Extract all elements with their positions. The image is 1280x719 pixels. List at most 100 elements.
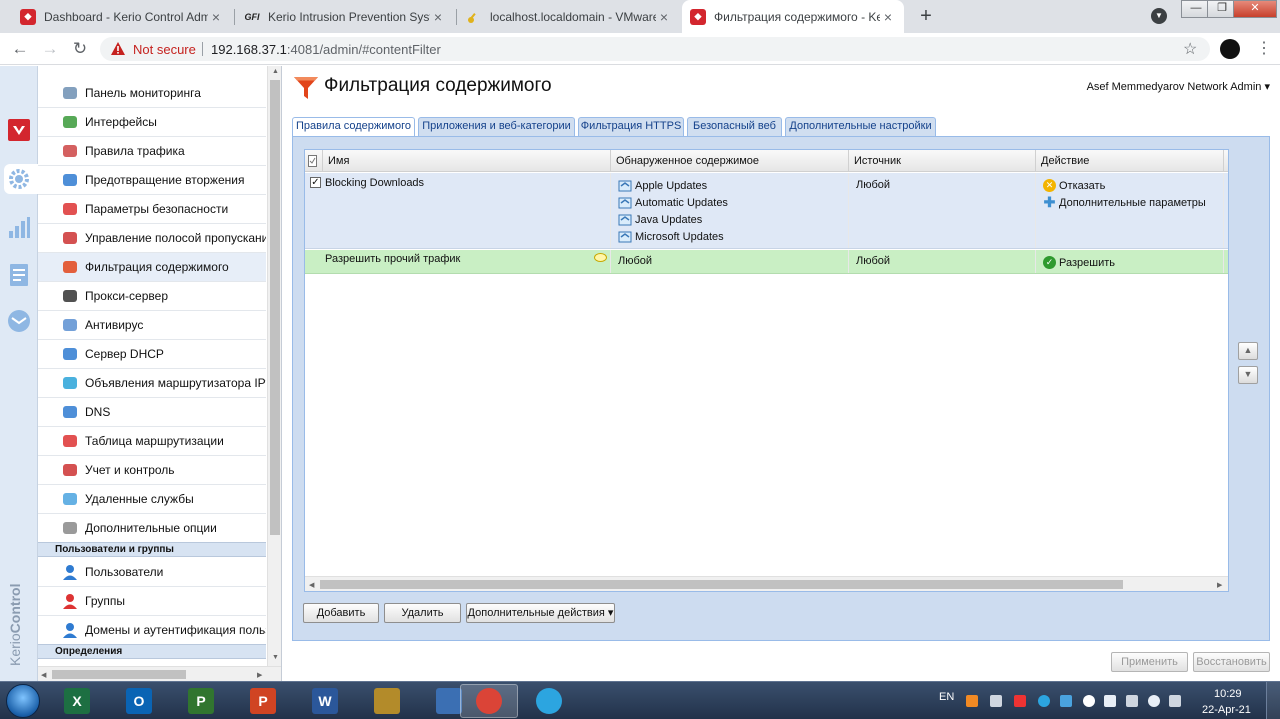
column-header-name[interactable]: Имя xyxy=(323,150,611,172)
tab-content-rules[interactable]: Правила содержимого xyxy=(292,117,415,137)
scroll-right-arrow[interactable]: ▶ xyxy=(257,671,262,679)
nav-vertical-scrollbar[interactable]: ▲ ▼ xyxy=(267,66,281,666)
taskbar-app-button[interactable] xyxy=(460,684,518,718)
logs-icon[interactable] xyxy=(7,263,31,287)
scroll-left-arrow[interactable]: ◀ xyxy=(41,671,46,679)
nav-hscroll-thumb[interactable] xyxy=(52,670,186,679)
scroll-right-arrow[interactable]: ▶ xyxy=(1217,581,1222,589)
sidebar-item[interactable]: Сервер DHCP xyxy=(38,340,266,369)
taskbar-app-button[interactable]: O xyxy=(110,684,168,718)
rule-enabled-checkbox[interactable]: ✓ xyxy=(310,177,321,188)
move-down-button[interactable]: ▼ xyxy=(1238,366,1258,384)
mail-icon[interactable] xyxy=(7,309,31,333)
back-button[interactable]: ← xyxy=(8,37,32,61)
input-language-indicator[interactable]: EN xyxy=(939,691,954,703)
browser-tab-ips[interactable]: GFI Kerio Intrusion Prevention System × xyxy=(236,0,454,33)
telegram-tray-icon[interactable] xyxy=(1038,695,1050,707)
move-up-button[interactable]: ▲ xyxy=(1238,342,1258,360)
printer-icon[interactable] xyxy=(990,695,1002,707)
sidebar-item[interactable]: Таблица маршрутизации xyxy=(38,427,266,456)
tab-advanced-settings[interactable]: Дополнительные настройки xyxy=(785,117,936,136)
sidebar-item[interactable]: Объявления маршрутизатора IPv6 xyxy=(38,369,266,398)
sidebar-item[interactable]: Пользователи xyxy=(38,558,266,587)
window-close-button[interactable]: ✕ xyxy=(1233,0,1277,18)
clock-date[interactable]: 22-Apr-21 xyxy=(1202,704,1251,716)
close-icon[interactable]: × xyxy=(430,9,446,25)
add-button[interactable]: Добавить xyxy=(303,603,379,623)
tray-app-icon[interactable] xyxy=(1104,695,1116,707)
browser-tab-content-filter[interactable]: ◆ Фильтрация содержимого - Kerio × xyxy=(682,0,904,33)
sidebar-item[interactable]: Правила трафика xyxy=(38,137,266,166)
action-more-params[interactable]: ✚ Дополнительные параметры xyxy=(1043,194,1223,211)
sidebar-item[interactable]: Фильтрация содержимого xyxy=(38,253,266,282)
sidebar-item[interactable]: Предотвращение вторжения xyxy=(38,166,266,195)
tab-https-filtering[interactable]: Фильтрация HTTPS xyxy=(578,117,684,136)
tab-search-icon[interactable]: ▼ xyxy=(1151,8,1167,24)
grid-horizontal-scrollbar[interactable]: ◀ ▶ xyxy=(305,576,1228,591)
user-menu[interactable]: Asef Memmedyarov Network Admin ▾ xyxy=(1087,80,1270,93)
sidebar-item[interactable]: Удаленные службы xyxy=(38,485,266,514)
sidebar-item[interactable]: Панель мониторинга xyxy=(38,79,266,108)
url-text[interactable]: 192.168.37.1:4081/admin/#contentFilter xyxy=(211,42,441,57)
scroll-up-arrow[interactable]: ▲ xyxy=(272,68,279,75)
volume-icon[interactable] xyxy=(1148,695,1160,707)
column-header-content[interactable]: Обнаруженное содержимое xyxy=(611,150,849,172)
scroll-left-arrow[interactable]: ◀ xyxy=(309,581,314,589)
sidebar-item[interactable]: Прокси-сервер xyxy=(38,282,266,311)
forward-button[interactable]: → xyxy=(38,37,62,61)
sidebar-item[interactable]: Параметры безопасности xyxy=(38,195,266,224)
sidebar-item[interactable]: Управление полосой пропускания xyxy=(38,224,266,253)
taskbar-app-button[interactable]: P xyxy=(234,684,292,718)
network-icon[interactable] xyxy=(1126,695,1138,707)
delete-button[interactable]: Удалить xyxy=(384,603,461,623)
sidebar-item[interactable]: Антивирус xyxy=(38,311,266,340)
start-button[interactable] xyxy=(6,684,40,718)
taskbar-app-button[interactable] xyxy=(358,684,416,718)
close-icon[interactable]: × xyxy=(880,9,896,25)
browser-menu-icon[interactable]: ⋮ xyxy=(1256,39,1272,59)
column-header-action[interactable]: Действие xyxy=(1036,150,1224,172)
bluetooth-icon[interactable] xyxy=(1083,695,1095,707)
sidebar-item[interactable]: DNS xyxy=(38,398,266,427)
sidebar-item[interactable]: Учет и контроль xyxy=(38,456,266,485)
address-bar[interactable]: Not secure 192.168.37.1:4081/admin/#cont… xyxy=(100,37,1210,61)
close-icon[interactable]: × xyxy=(208,9,224,25)
kerio-shield-icon[interactable] xyxy=(7,118,31,142)
close-icon[interactable]: × xyxy=(656,9,672,25)
power-icon[interactable] xyxy=(1169,695,1181,707)
new-tab-button[interactable]: + xyxy=(914,4,938,28)
tray-app-icon[interactable] xyxy=(1060,695,1072,707)
tray-app-icon[interactable] xyxy=(966,695,978,707)
taskbar-app-button[interactable] xyxy=(520,684,578,718)
comment-icon[interactable] xyxy=(594,253,607,263)
gear-icon[interactable] xyxy=(7,167,31,191)
show-desktop-button[interactable] xyxy=(1266,682,1280,719)
tab-applications-categories[interactable]: Приложения и веб-категории xyxy=(418,117,575,136)
enabled-column-icon[interactable] xyxy=(305,150,323,172)
sidebar-item[interactable]: Интерфейсы xyxy=(38,108,266,137)
statistics-icon[interactable] xyxy=(7,216,31,240)
clock-time[interactable]: 10:29 xyxy=(1214,688,1242,700)
grid-hscroll-thumb[interactable] xyxy=(320,580,1123,589)
apply-button[interactable]: Применить xyxy=(1111,652,1188,672)
sidebar-item[interactable]: Домены и аутентификация пользо xyxy=(38,616,266,645)
more-actions-button[interactable]: Дополнительные действия ▾ xyxy=(466,603,615,623)
tray-app-icon[interactable] xyxy=(1014,695,1026,707)
profile-avatar[interactable] xyxy=(1220,39,1240,59)
tab-safe-web[interactable]: Безопасный веб xyxy=(687,117,782,136)
table-row[interactable]: ✓ Blocking Downloads Apple Updates Autom… xyxy=(305,173,1228,249)
reload-button[interactable]: ↻ xyxy=(68,37,92,61)
taskbar-app-button[interactable]: X xyxy=(48,684,106,718)
taskbar-app-button[interactable]: P xyxy=(172,684,230,718)
sidebar-item[interactable]: Группы xyxy=(38,587,266,616)
not-secure-label[interactable]: Not secure xyxy=(133,42,196,57)
reset-button[interactable]: Восстановить xyxy=(1193,652,1270,672)
column-header-source[interactable]: Источник xyxy=(849,150,1036,172)
browser-tab-vmware[interactable]: localhost.localdomain - VMware × xyxy=(458,0,680,33)
nav-horizontal-scrollbar[interactable]: ◀ ▶ xyxy=(38,666,281,681)
bookmark-star-icon[interactable]: ☆ xyxy=(1183,39,1197,59)
sidebar-item[interactable]: Дополнительные опции xyxy=(38,514,266,543)
table-row[interactable]: Разрешить прочий трафик Любой Любой ✓ Раз… xyxy=(305,250,1228,274)
taskbar-app-button[interactable]: W xyxy=(296,684,354,718)
nav-scroll-thumb[interactable] xyxy=(270,80,280,535)
